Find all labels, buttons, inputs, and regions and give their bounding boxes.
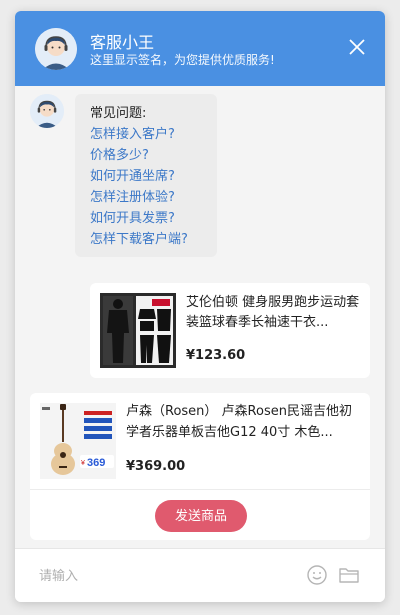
agent-name: 客服小王 xyxy=(90,33,155,52)
faq-item-price[interactable]: 价格多少? xyxy=(90,145,207,166)
product-title: 艾伦伯顿 健身服男跑步运动套装篮球春季长袖速干衣... xyxy=(186,295,360,330)
sent-product-message[interactable]: 艾伦伯顿 健身服男跑步运动套装篮球春季长袖速干衣... ¥123.60 xyxy=(90,283,370,378)
product-price: ¥123.60 xyxy=(186,348,246,363)
message-list[interactable]: 常见问题: 怎样接入客户? 价格多少? 如何开通坐席? 怎样注册体验? 如何开具… xyxy=(15,86,385,546)
faq-item-invoice[interactable]: 如何开具发票? xyxy=(90,208,207,229)
product-thumbnail-sportswear xyxy=(100,293,176,368)
svg-text:¥: ¥ xyxy=(81,460,85,467)
faq-item-connect-customer[interactable]: 怎样接入客户? xyxy=(90,124,207,145)
faq-message-bubble: 常见问题: 怎样接入客户? 价格多少? 如何开通坐席? 怎样注册体验? 如何开具… xyxy=(75,94,217,257)
promo-price: 369 xyxy=(87,457,105,469)
faq-item-register-trial[interactable]: 怎样注册体验? xyxy=(90,187,207,208)
agent-avatar xyxy=(35,28,77,70)
message-input[interactable] xyxy=(39,565,289,587)
divider xyxy=(30,489,370,490)
chat-window: 客服小王 这里显示签名，为您提供优质服务! 常见问题: 怎样接入客户? 价格多少… xyxy=(15,11,385,602)
folder-icon[interactable] xyxy=(338,565,360,585)
product-card-price: ¥369.00 xyxy=(126,459,186,474)
faq-item-download-client[interactable]: 怎样下载客户端? xyxy=(90,229,207,250)
agent-message-avatar xyxy=(30,94,64,128)
faq-title: 常见问题: xyxy=(90,106,147,121)
input-bar xyxy=(15,548,385,602)
smiley-icon[interactable] xyxy=(306,564,328,586)
send-product-button[interactable]: 发送商品 xyxy=(155,500,247,532)
chat-header: 客服小王 这里显示签名，为您提供优质服务! xyxy=(15,11,385,86)
faq-item-open-seat[interactable]: 如何开通坐席? xyxy=(90,166,207,187)
close-icon[interactable] xyxy=(347,37,367,57)
agent-signature: 这里显示签名，为您提供优质服务! xyxy=(90,53,275,67)
product-card: ¥ 369 卢森（Rosen） 卢森Rosen民谣吉他初学者乐器单板吉他G12 … xyxy=(30,393,370,540)
product-card-title: 卢森（Rosen） 卢森Rosen民谣吉他初学者乐器单板吉他G12 40寸 木色… xyxy=(126,404,352,440)
product-thumbnail-guitar: ¥ 369 xyxy=(40,403,116,479)
